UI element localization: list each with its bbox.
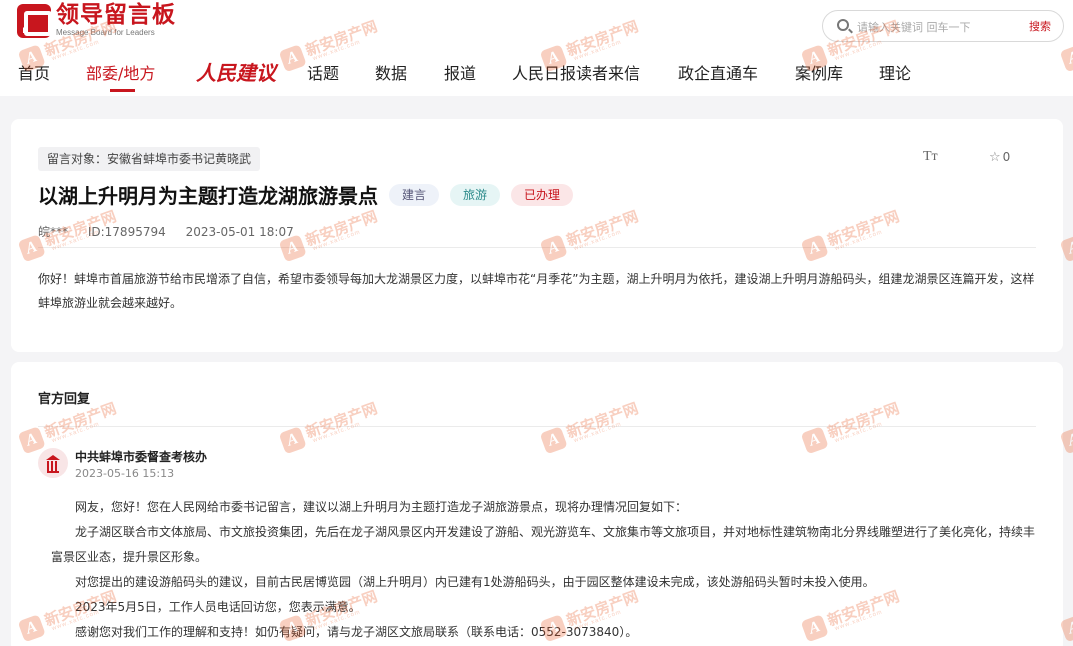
message-time: 2023-05-01 18:07 — [185, 225, 294, 239]
message-target: 留言对象：安徽省蚌埠市委书记黄晓武 — [38, 147, 261, 171]
message-content: 你好！蚌埠市首届旅游节给市民增添了自信，希望市委领导每加大龙湖景区力度，以蚌埠市… — [38, 272, 1035, 310]
reply-paragraph: 龙子湖区联合市文体旅局、市文旅投资集团，先后在龙子湖风景区内开发建设了游船、观光… — [51, 525, 1036, 564]
message-title: 以湖上升明月为主题打造龙湖旅游景点 — [38, 184, 378, 208]
message-author: 皖*** — [38, 225, 69, 239]
divider — [38, 247, 1036, 248]
search-box: 搜索 — [822, 10, 1064, 42]
nav-gov-enterprise[interactable]: 政企直通车 — [678, 60, 758, 84]
logo-icon — [17, 4, 52, 38]
main-nav: 首页 部委/地方 人民建议 话题 数据 报道 人民日报读者来信 政企直通车 案例… — [0, 60, 1073, 92]
tag-status-handled: 已办理 — [511, 183, 574, 206]
reply-content: 网友，您好！您在人民网给市委书记留言，建议以湖上升明月为主题打造龙子湖旅游景点，… — [51, 495, 1043, 645]
nav-people-suggestions[interactable]: 人民建议 — [196, 57, 276, 86]
message-meta: 皖*** ID:17895794 2023-05-01 18:07 — [38, 223, 310, 240]
reply-date: 2023-05-16 15:13 — [75, 467, 175, 480]
reply-org: 中共蚌埠市委督查考核办 — [75, 450, 208, 464]
nav-topics[interactable]: 话题 — [307, 60, 339, 84]
reply-paragraph: 2023年5月5日，工作人员电话回访您，您表示满意。 — [75, 600, 361, 614]
nav-active-indicator — [110, 89, 135, 92]
font-size-toggle-icon[interactable]: Tт — [923, 149, 938, 165]
nav-data[interactable]: 数据 — [375, 60, 407, 84]
site-logo[interactable]: 领导留言板 Message Board for Leaders — [17, 4, 176, 40]
favorite-count: 0 — [1002, 150, 1011, 164]
favorite-button[interactable]: ☆ 0 — [989, 150, 1010, 165]
nav-reader-letters[interactable]: 人民日报读者来信 — [512, 60, 640, 84]
logo-subtitle: Message Board for Leaders — [56, 28, 155, 37]
nav-home[interactable]: 首页 — [18, 60, 50, 84]
title-row: 以湖上升明月为主题打造龙湖旅游景点 建言 旅游 已办理 — [38, 180, 574, 209]
nav-ministries-local[interactable]: 部委/地方 — [86, 60, 155, 84]
tag-suggestion[interactable]: 建言 — [389, 183, 440, 206]
search-button[interactable]: 搜索 — [1029, 18, 1051, 34]
star-icon: ☆ — [989, 150, 1001, 165]
nav-theory[interactable]: 理论 — [879, 60, 911, 84]
reply-heading: 官方回复 — [38, 392, 91, 407]
tag-tourism[interactable]: 旅游 — [450, 183, 501, 206]
search-icon — [837, 19, 849, 31]
logo-title: 领导留言板 — [56, 2, 176, 28]
nav-case-library[interactable]: 案例库 — [795, 60, 843, 84]
nav-reports[interactable]: 报道 — [444, 60, 476, 84]
reply-card: 官方回复 中共蚌埠市委督查考核办 2023-05-16 15:13 网友，您好！… — [11, 362, 1063, 646]
site-header: 领导留言板 Message Board for Leaders 搜索 首页 部委… — [0, 0, 1073, 96]
search-input[interactable] — [857, 17, 1017, 37]
government-building-icon — [38, 448, 68, 478]
reply-paragraph: 对您提出的建设游船码头的建议，目前古民居博览园（湖上升明月）内已建有1处游船码头… — [75, 575, 875, 589]
reply-paragraph: 网友，您好！您在人民网给市委书记留言，建议以湖上升明月为主题打造龙子湖旅游景点，… — [75, 500, 688, 514]
reply-paragraph: 感谢您对我们工作的理解和支持！如仍有疑问，请与龙子湖区文旅局联系（联系电话：05… — [75, 625, 638, 639]
message-card: 留言对象：安徽省蚌埠市委书记黄晓武 Tт ☆ 0 以湖上升明月为主题打造龙湖旅游景… — [11, 119, 1063, 352]
divider — [38, 426, 1036, 427]
message-id: ID:17895794 — [87, 225, 166, 239]
